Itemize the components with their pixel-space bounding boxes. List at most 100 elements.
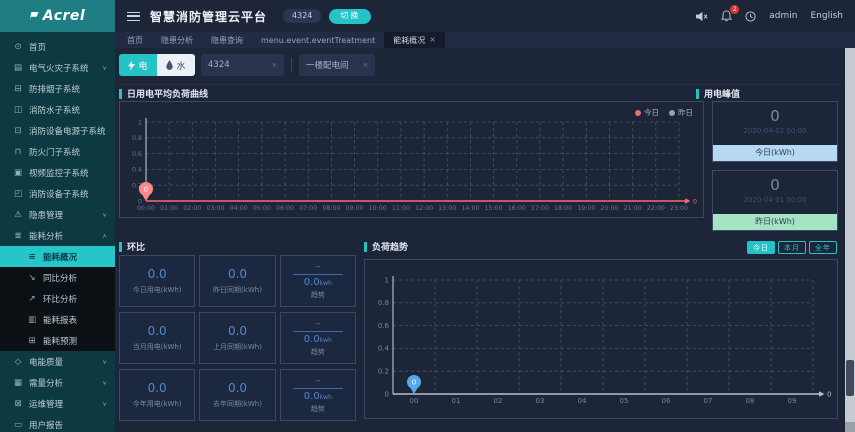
sidebar-item-energy-overview[interactable]: ≡ 能耗概况 — [0, 246, 115, 267]
menu-collapse-icon[interactable] — [127, 11, 140, 21]
logo-text: Acrel — [42, 8, 86, 24]
horizontal-divider — [119, 84, 841, 85]
svg-text:04: 04 — [578, 397, 587, 405]
range-button-today[interactable]: 今日 — [747, 241, 775, 254]
sidebar-item-fire-device[interactable]: ◰ 消防设备子系统 — [0, 183, 115, 204]
room-select[interactable]: 一楼配电间 ∨ — [299, 54, 375, 76]
sidebar-item-label: 首页 — [29, 42, 47, 53]
range-button-year[interactable]: 全年 — [809, 241, 837, 254]
sidebar-item-label: 环比分析 — [43, 294, 78, 305]
svg-text:08: 08 — [746, 397, 755, 405]
chevron-down-icon: ∨ — [102, 400, 107, 407]
huanbi-label: 上月同期(kWh) — [213, 343, 262, 351]
sidebar-item-power-quality[interactable]: ◇ 电能质量 ∨ — [0, 351, 115, 372]
tab-home[interactable]: 首页 — [118, 32, 152, 48]
sidebar-item-mom-analysis[interactable]: ↗ 环比分析 — [0, 288, 115, 309]
language-switch[interactable]: English — [811, 11, 844, 21]
sidebar-item-fire-water[interactable]: ◫ 消防水子系统 — [0, 99, 115, 120]
fire-power-icon: ⊡ — [14, 125, 22, 136]
scrollbar[interactable] — [845, 48, 855, 432]
sidebar-item-label: 能耗概况 — [43, 252, 78, 263]
svg-text:1: 1 — [385, 276, 389, 284]
yoy-analysis-icon: ↘ — [28, 272, 36, 283]
electric-toggle-button[interactable]: 电 — [119, 54, 157, 76]
clock-icon[interactable] — [745, 10, 756, 22]
svg-text:14:00: 14:00 — [461, 205, 479, 212]
tabbar: 首页 隐患分析 隐患查询 menu.event.eventTreatment 能耗概况 × — [115, 32, 855, 48]
demand-analysis-icon: ▦ — [13, 377, 23, 388]
energy-analysis-icon: ≣ — [14, 230, 22, 241]
app-root: Acrel ⊙ 首页 ▤ 电气火灾子系统 ∨ ⊟ 防排烟子系统 ◫ 消防水子系统 ⊡ 消防设备电源子… — [0, 0, 855, 432]
topbar: 智慧消防管理云平台 4324 切换 2 admin English — [115, 0, 855, 32]
legend-item[interactable]: 昨日 — [669, 107, 693, 118]
legend-item[interactable]: 今日 — [635, 107, 659, 118]
sidebar-item-home[interactable]: ⊙ 首页 — [0, 36, 115, 57]
trend-label: 趋势 — [310, 405, 325, 413]
username[interactable]: admin — [769, 11, 797, 21]
electric-toggle-label: 电 — [138, 61, 148, 72]
peak-time: 2020-04-02 00:00 — [743, 127, 807, 135]
huanbi-value: 0.0 — [147, 324, 167, 338]
sidebar-item-label: 用户报告 — [29, 420, 64, 431]
notification-bell-icon[interactable]: 2 — [721, 5, 740, 22]
trend-divider — [292, 273, 344, 275]
svg-text:0.4: 0.4 — [378, 345, 390, 353]
daily-load-chart-panel: 今日 昨日 0 0.2 0.4 0.6 0.8 1 00:00 01:00 02:00 03:00 0… — [119, 101, 704, 218]
sidebar-item-label: 消防设备电源子系统 — [29, 126, 106, 137]
energy-forecast-icon: ⊞ — [28, 335, 36, 346]
title-accent-bar — [364, 241, 367, 252]
station-select[interactable]: 4324 ∨ — [201, 54, 284, 76]
huanbi-label: 昨日同期(kWh) — [213, 286, 262, 294]
sidebar-item-hazard-mgmt[interactable]: ⚠ 隐患管理 ∨ — [0, 204, 115, 225]
sidebar-item-ops-mgmt[interactable]: ⊠ 运维管理 ∨ — [0, 393, 115, 414]
huanbi-label: 今日用电(kWh) — [132, 286, 182, 294]
sidebar-item-demand-analysis[interactable]: ▦ 需量分析 ∨ — [0, 372, 115, 393]
sidebar-item-fire-door[interactable]: ⊓ 防火门子系统 — [0, 141, 115, 162]
range-button-month[interactable]: 本月 — [778, 241, 806, 254]
water-toggle-button[interactable]: 水 — [157, 54, 195, 76]
sidebar-submenu: ≡ 能耗概况 ↘ 同比分析 ↗ 环比分析 ▥ 能耗报表 ⊞ 能耗预测 — [0, 246, 115, 351]
sidebar-item-label: 电能质量 — [29, 357, 64, 368]
tab-hazard-analysis[interactable]: 隐患分析 — [152, 32, 202, 48]
sidebar-item-label: 防排烟子系统 — [29, 84, 81, 95]
svg-text:20:00: 20:00 — [600, 205, 618, 212]
mute-speaker-icon[interactable] — [695, 11, 708, 22]
sidebar-item-yoy-analysis[interactable]: ↘ 同比分析 — [0, 267, 115, 288]
tab-hazard-query[interactable]: 隐患查询 — [202, 32, 252, 48]
sidebar-item-label: 消防水子系统 — [29, 105, 81, 116]
sidebar-item-energy-report[interactable]: ▥ 能耗报表 — [0, 309, 115, 330]
sidebar-item-fire-power[interactable]: ⊡ 消防设备电源子系统 — [0, 120, 115, 141]
fire-device-icon: ◰ — [13, 188, 23, 199]
chevron-down-icon: ∨ — [102, 358, 107, 365]
svg-text:21:00: 21:00 — [624, 205, 642, 212]
svg-text:07:00: 07:00 — [299, 205, 317, 212]
huanbi-value: 0.0 — [227, 324, 248, 338]
svg-text:07: 07 — [704, 397, 713, 405]
app-title: 智慧消防管理云平台 — [150, 9, 268, 24]
section-title-text: 用电峰值 — [704, 90, 741, 100]
svg-text:09:00: 09:00 — [345, 205, 363, 212]
huanbi-value: 0.0 — [227, 267, 248, 281]
sidebar-item-user-report[interactable]: ▭ 用户报告 — [0, 414, 115, 432]
sidebar-item-smoke-control[interactable]: ⊟ 防排烟子系统 — [0, 78, 115, 99]
sidebar-item-energy-analysis[interactable]: ≣ 能耗分析 ∧ — [0, 225, 115, 246]
energy-report-icon: ▥ — [27, 314, 37, 325]
tab-event-treatment[interactable]: menu.event.eventTreatment — [252, 32, 384, 48]
power-quality-icon: ◇ — [14, 356, 22, 367]
svg-text:03: 03 — [536, 397, 545, 405]
tab-energy-overview[interactable]: 能耗概况 × — [384, 32, 445, 48]
svg-text:0.4: 0.4 — [132, 167, 142, 174]
chevron-down-icon: ∨ — [102, 64, 107, 71]
scrollbar-thumb[interactable] — [846, 360, 854, 396]
svg-text:06: 06 — [662, 397, 671, 405]
peak-value: 0 — [770, 107, 780, 125]
sidebar-item-video-monitor[interactable]: ▣ 视频监控子系统 — [0, 162, 115, 183]
switch-project-button[interactable]: 切换 — [329, 8, 372, 24]
svg-text:18:00: 18:00 — [554, 205, 572, 212]
sidebar-item-elec-fire[interactable]: ▤ 电气火灾子系统 ∨ — [0, 57, 115, 78]
close-tab-icon[interactable]: × — [429, 36, 436, 44]
svg-text:11:00: 11:00 — [392, 205, 410, 212]
trend-range-buttons: 今日 本月 全年 — [747, 241, 837, 254]
sidebar-item-energy-forecast[interactable]: ⊞ 能耗预测 — [0, 330, 115, 351]
title-accent-bar — [119, 88, 122, 99]
